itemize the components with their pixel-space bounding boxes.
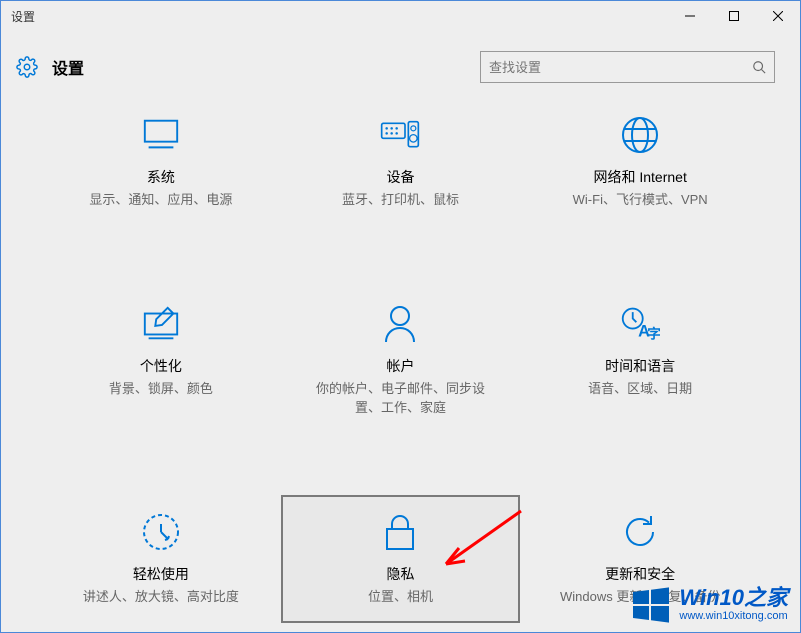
close-icon bbox=[773, 11, 783, 21]
tile-devices[interactable]: 设备 蓝牙、打印机、鼠标 bbox=[281, 98, 521, 227]
header-left: 设置 bbox=[16, 55, 84, 79]
tile-desc: Wi-Fi、飞行模式、VPN bbox=[573, 190, 708, 210]
gear-icon bbox=[16, 56, 38, 78]
tile-desc: 背景、锁屏、颜色 bbox=[109, 379, 213, 399]
content-area: 设置 系统 显示、通知、应用、电源 设备 bbox=[1, 31, 800, 632]
close-button[interactable] bbox=[756, 1, 800, 31]
update-icon bbox=[620, 512, 660, 552]
time-language-icon: A字 bbox=[620, 304, 660, 344]
tile-title: 个性化 bbox=[140, 356, 182, 376]
tile-desc: 你的帐户、电子邮件、同步设置、工作、家庭 bbox=[315, 379, 485, 418]
tiles-grid: 系统 显示、通知、应用、电源 设备 蓝牙、打印机、鼠标 网络和 Internet… bbox=[1, 98, 800, 629]
search-box[interactable] bbox=[480, 51, 775, 83]
tile-privacy[interactable]: 隐私 位置、相机 bbox=[281, 495, 521, 624]
display-icon bbox=[141, 115, 181, 155]
person-icon bbox=[380, 304, 420, 344]
tile-timelang[interactable]: A字 时间和语言 语音、区域、日期 bbox=[520, 287, 760, 435]
page-title: 设置 bbox=[52, 55, 84, 79]
lock-icon bbox=[380, 512, 420, 552]
titlebar: 设置 bbox=[1, 1, 800, 31]
tile-personalization[interactable]: 个性化 背景、锁屏、颜色 bbox=[41, 287, 281, 435]
tile-title: 轻松使用 bbox=[133, 564, 189, 584]
window-controls bbox=[668, 1, 800, 31]
devices-icon bbox=[380, 115, 420, 155]
tile-title: 更新和安全 bbox=[605, 564, 675, 584]
ease-of-access-icon bbox=[141, 512, 181, 552]
tile-title: 帐户 bbox=[386, 356, 414, 376]
personalization-icon bbox=[141, 304, 181, 344]
search-icon bbox=[752, 60, 766, 74]
tile-title: 设备 bbox=[386, 167, 414, 187]
tile-title: 系统 bbox=[147, 167, 175, 187]
window-title: 设置 bbox=[11, 8, 668, 25]
tile-network[interactable]: 网络和 Internet Wi-Fi、飞行模式、VPN bbox=[520, 98, 760, 227]
search-input[interactable] bbox=[489, 60, 752, 75]
minimize-button[interactable] bbox=[668, 1, 712, 31]
tile-title: 时间和语言 bbox=[605, 356, 675, 376]
tile-desc: Windows 更新、恢复、备份 bbox=[560, 587, 720, 607]
tile-desc: 讲述人、放大镜、高对比度 bbox=[83, 587, 239, 607]
tile-ease[interactable]: 轻松使用 讲述人、放大镜、高对比度 bbox=[41, 495, 281, 624]
maximize-icon bbox=[729, 11, 739, 21]
header-row: 设置 bbox=[1, 31, 800, 98]
tile-desc: 语音、区域、日期 bbox=[588, 379, 692, 399]
tile-accounts[interactable]: 帐户 你的帐户、电子邮件、同步设置、工作、家庭 bbox=[281, 287, 521, 435]
maximize-button[interactable] bbox=[712, 1, 756, 31]
tile-desc: 位置、相机 bbox=[368, 587, 433, 607]
globe-icon bbox=[620, 115, 660, 155]
tile-desc: 蓝牙、打印机、鼠标 bbox=[342, 190, 459, 210]
minimize-icon bbox=[685, 11, 695, 21]
svg-text:字: 字 bbox=[647, 325, 660, 341]
tile-title: 隐私 bbox=[386, 564, 414, 584]
tile-system[interactable]: 系统 显示、通知、应用、电源 bbox=[41, 98, 281, 227]
tile-desc: 显示、通知、应用、电源 bbox=[89, 190, 232, 210]
tiles-scroll[interactable]: 系统 显示、通知、应用、电源 设备 蓝牙、打印机、鼠标 网络和 Internet… bbox=[1, 98, 800, 629]
tile-update[interactable]: 更新和安全 Windows 更新、恢复、备份 bbox=[520, 495, 760, 624]
tile-title: 网络和 Internet bbox=[593, 167, 686, 187]
